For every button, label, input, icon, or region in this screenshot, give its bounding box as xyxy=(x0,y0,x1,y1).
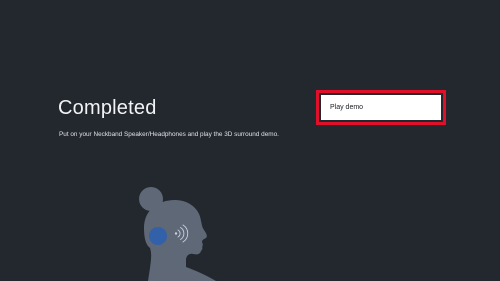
page-description: Put on your Neckband Speaker/Headphones … xyxy=(59,131,279,138)
play-demo-focus-ring: Play demo xyxy=(316,90,446,125)
person-with-headphones-icon xyxy=(139,187,216,281)
completed-screen: Completed Put on your Neckband Speaker/H… xyxy=(0,0,500,281)
page-title: Completed xyxy=(58,97,157,119)
play-demo-button[interactable]: Play demo xyxy=(321,95,441,120)
ear-highlight-shape xyxy=(149,227,167,245)
play-demo-button-label: Play demo xyxy=(330,103,364,111)
